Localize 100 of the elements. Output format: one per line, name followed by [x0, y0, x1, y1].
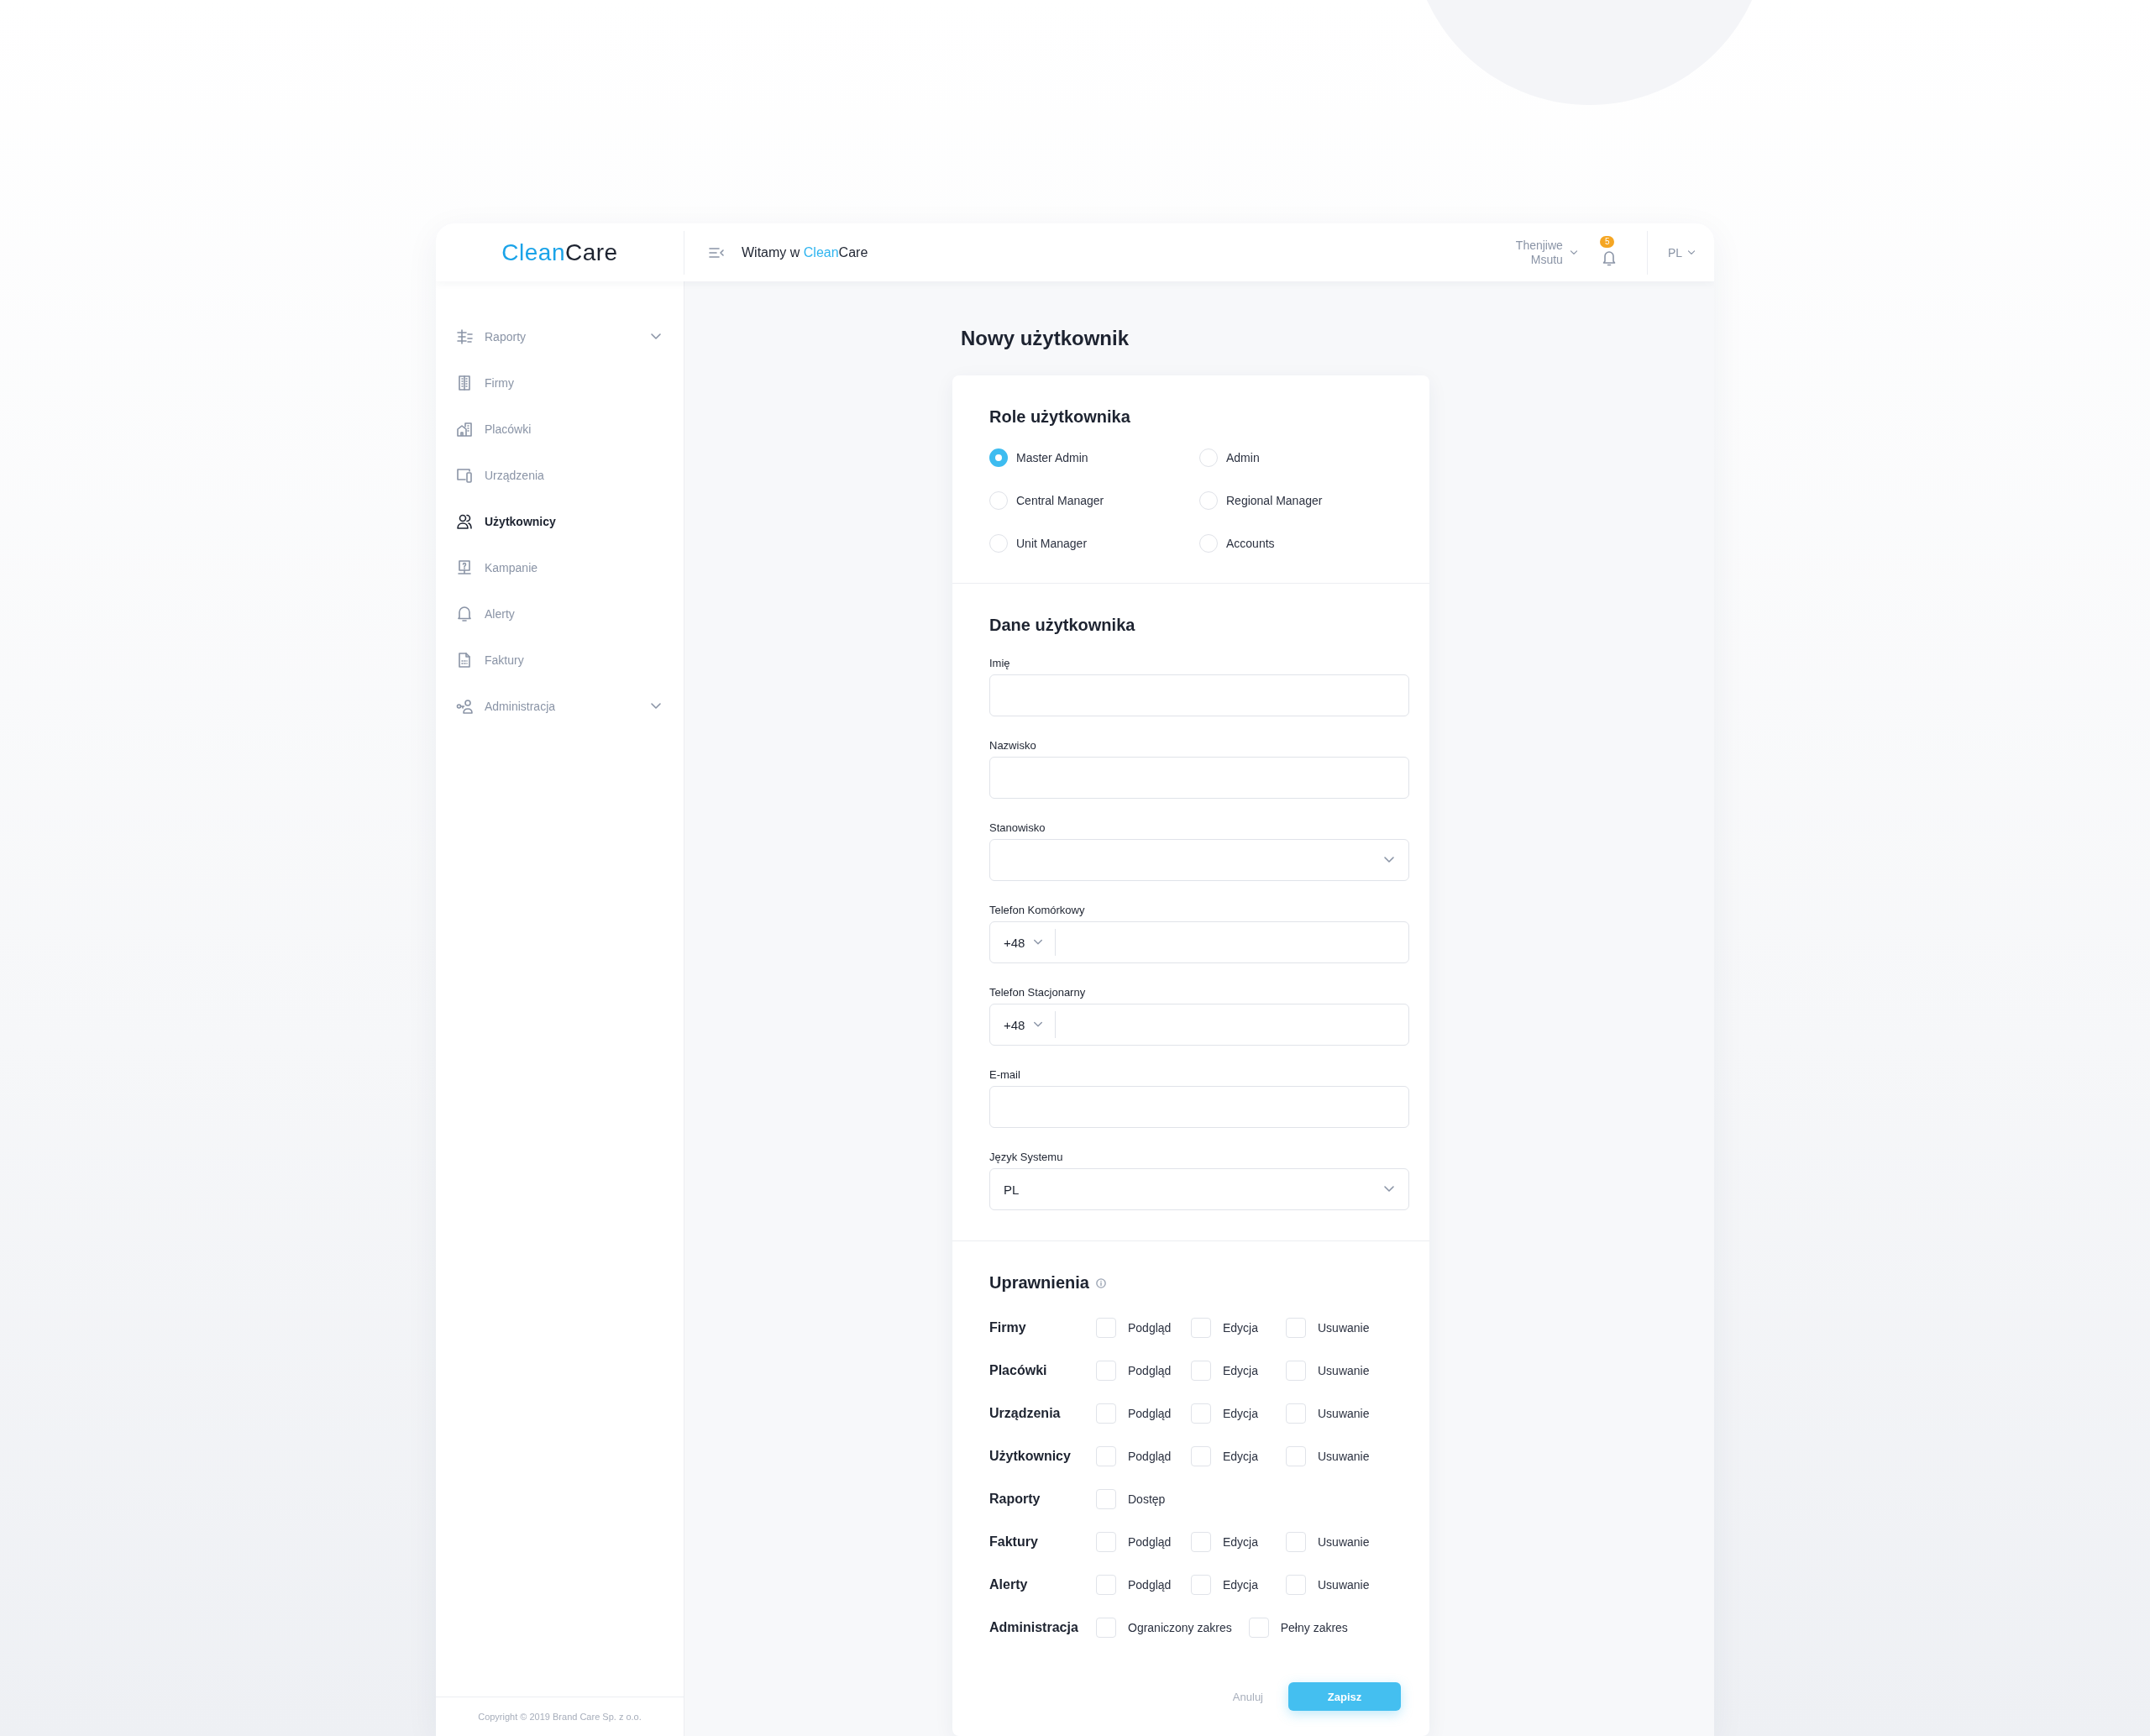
checkbox-label: Dostęp — [1128, 1492, 1166, 1506]
phone-field[interactable]: +48 — [989, 1004, 1409, 1046]
copyright-text: Copyright © 2019 Brand Care Sp. z o.o. — [478, 1712, 642, 1722]
field-label: Telefon Stacjonarny — [989, 986, 1087, 999]
field-label: Imię — [989, 657, 1011, 669]
permission-label: Firmy — [989, 1319, 1027, 1335]
chevron-down-icon — [1687, 248, 1696, 257]
field-label: Język Systemu — [989, 1151, 1064, 1163]
sidebar-item[interactable]: Placówki — [436, 406, 684, 452]
section-heading: Uprawnienia — [989, 1273, 1089, 1293]
users-icon — [456, 512, 473, 530]
section-heading: Dane użytkownika — [989, 616, 1136, 635]
select-field[interactable] — [989, 839, 1409, 881]
checkbox[interactable] — [1286, 1531, 1306, 1552]
radio-label: Accounts — [1226, 537, 1275, 550]
bell-icon — [1601, 249, 1617, 266]
houses-icon — [456, 420, 473, 438]
checkbox-label: Usuwanie — [1318, 1449, 1370, 1463]
checkbox[interactable] — [1096, 1360, 1116, 1381]
notification-badge: 5 — [1599, 235, 1615, 248]
permission-label: Faktury — [989, 1534, 1039, 1550]
checkbox-label: Ograniczony zakres — [1128, 1620, 1232, 1634]
checkbox[interactable] — [1096, 1488, 1116, 1509]
sidebar-item[interactable]: Administracja — [436, 683, 684, 729]
checkbox[interactable] — [1191, 1403, 1211, 1424]
save-button[interactable]: Zapisz — [1288, 1682, 1401, 1711]
input-field[interactable] — [989, 757, 1409, 799]
phone-field[interactable]: +48 — [989, 921, 1409, 963]
page-title: Nowy użytkownik — [961, 327, 1130, 350]
checkbox[interactable] — [1191, 1574, 1211, 1595]
sidebar-item[interactable]: Urządzenia — [436, 452, 684, 498]
radio-label: Unit Manager — [1016, 537, 1088, 550]
bell-icon — [456, 605, 473, 622]
checkbox-label: Usuwanie — [1318, 1406, 1370, 1420]
checkbox-label: Edycja — [1223, 1363, 1259, 1377]
checkbox[interactable] — [1191, 1445, 1211, 1466]
checkbox-label: Pełny zakres — [1280, 1620, 1348, 1634]
info-icon[interactable] — [1095, 1277, 1106, 1288]
language-dropdown[interactable]: PL — [1667, 245, 1696, 260]
notifications-button[interactable]: 5 — [1596, 237, 1622, 268]
checkbox[interactable] — [1096, 1617, 1116, 1638]
checkbox-label: Podgląd — [1128, 1449, 1172, 1463]
sidebar-item[interactable]: Alerty — [436, 590, 684, 637]
checkbox-label: Usuwanie — [1318, 1363, 1370, 1377]
checkbox[interactable] — [1248, 1617, 1269, 1638]
checkbox[interactable] — [1286, 1445, 1306, 1466]
checkbox-label: Podgląd — [1128, 1577, 1172, 1592]
select-field[interactable]: PL — [989, 1168, 1409, 1210]
country-code-dropdown[interactable]: +48 — [990, 929, 1057, 956]
section-heading: Role użytkownika — [989, 407, 1131, 427]
sidebar-item[interactable]: Użytkownicy — [436, 498, 684, 544]
checkbox[interactable] — [1286, 1403, 1306, 1424]
checkbox-label: Edycja — [1223, 1534, 1259, 1549]
cancel-button[interactable]: Anuluj — [1227, 1689, 1268, 1704]
radio-label: Regional Manager — [1226, 494, 1323, 507]
radio-label: Admin — [1226, 451, 1260, 464]
checkbox[interactable] — [1286, 1574, 1306, 1595]
sidebar-item[interactable]: Faktury — [436, 637, 684, 683]
checkbox[interactable] — [1191, 1317, 1211, 1338]
checkbox-label: Usuwanie — [1318, 1320, 1370, 1335]
checkbox[interactable] — [1191, 1360, 1211, 1381]
checkbox-label: Podgląd — [1128, 1406, 1172, 1420]
country-code-dropdown[interactable]: +48 — [990, 1011, 1057, 1038]
checkbox[interactable] — [1286, 1317, 1306, 1338]
sidebar-item[interactable]: Kampanie — [436, 544, 684, 590]
checkbox-label: Usuwanie — [1318, 1577, 1370, 1592]
field-label: Nazwisko — [989, 739, 1037, 752]
permission-label: Użytkownicy — [989, 1448, 1072, 1464]
chevron-down-icon — [1569, 248, 1578, 257]
devices-icon — [456, 466, 473, 484]
permission-label: Raporty — [989, 1491, 1041, 1507]
sidebar-item[interactable]: Raporty — [436, 313, 684, 359]
app-logo: CleanCare — [501, 239, 618, 266]
checkbox[interactable] — [1096, 1574, 1116, 1595]
checkbox-label: Edycja — [1223, 1449, 1259, 1463]
greeting-text: Witamy w CleanCare — [742, 244, 868, 260]
checkbox[interactable] — [1096, 1403, 1116, 1424]
radio-button[interactable] — [989, 448, 1008, 467]
checkbox[interactable] — [1286, 1360, 1306, 1381]
permission-label: Placówki — [989, 1362, 1048, 1378]
radio-label: Master Admin — [1016, 451, 1088, 464]
sidebar-item[interactable]: Firmy — [436, 359, 684, 406]
checkbox[interactable] — [1191, 1531, 1211, 1552]
checkbox[interactable] — [1096, 1445, 1116, 1466]
document-icon — [456, 651, 473, 669]
radio-label: Central Manager — [1016, 494, 1104, 507]
checkbox[interactable] — [1096, 1317, 1116, 1338]
user-key-icon — [456, 697, 473, 715]
user-menu-button[interactable]: Thenjiwe Msutu — [1515, 238, 1578, 267]
menu-icon — [708, 245, 725, 260]
checkbox-label: Usuwanie — [1318, 1534, 1370, 1549]
field-label: Stanowisko — [989, 821, 1046, 834]
checkbox[interactable] — [1096, 1531, 1116, 1552]
checkbox-label: Podgląd — [1128, 1534, 1172, 1549]
checkbox-label: Edycja — [1223, 1406, 1259, 1420]
permission-label: Administracja — [989, 1619, 1079, 1635]
building-icon — [456, 374, 473, 391]
input-field[interactable] — [989, 1086, 1409, 1128]
checkbox-label: Podgląd — [1128, 1363, 1172, 1377]
input-field[interactable] — [989, 674, 1409, 716]
